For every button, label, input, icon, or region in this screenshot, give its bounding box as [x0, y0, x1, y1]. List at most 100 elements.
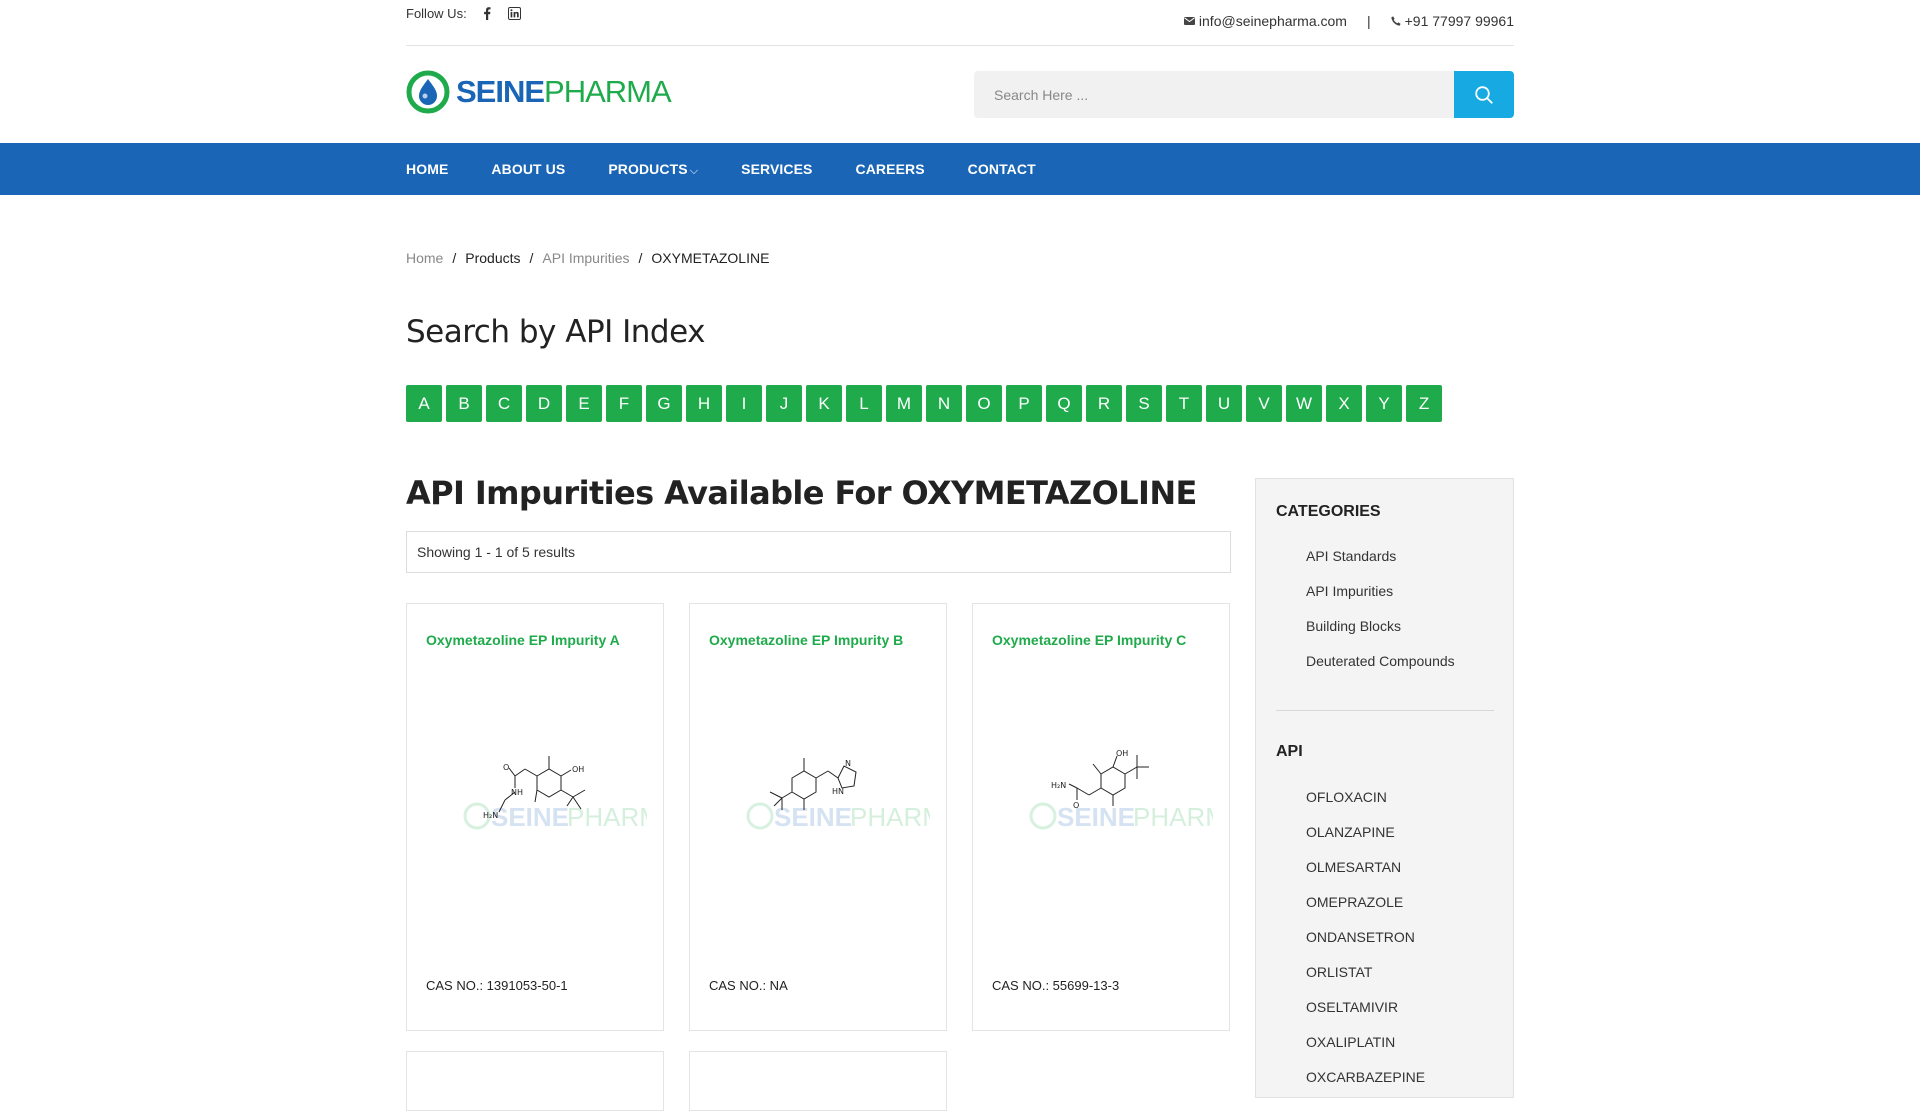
index-letter-c[interactable]: C — [486, 385, 522, 422]
product-cas: CAS NO.: 55699-13-3 — [992, 978, 1120, 993]
nav-about-us[interactable]: ABOUT US — [491, 161, 565, 177]
api-list: OFLOXACIN OLANZAPINE OLMESARTAN OMEPRAZO… — [1306, 780, 1425, 1095]
index-letter-o[interactable]: O — [966, 385, 1002, 422]
breadcrumb: Home / Products / API Impurities / OXYME… — [406, 250, 770, 266]
breadcrumb-products[interactable]: Products — [465, 250, 520, 266]
product-name[interactable]: Oxymetazoline EP Impurity B — [709, 632, 903, 648]
index-letter-h[interactable]: H — [686, 385, 722, 422]
product-card[interactable] — [406, 1051, 664, 1111]
svg-text:O: O — [1073, 801, 1079, 810]
index-letter-l[interactable]: L — [846, 385, 882, 422]
contact-separator: | — [1366, 13, 1371, 29]
nav-careers[interactable]: CAREERS — [856, 161, 925, 177]
breadcrumb-home[interactable]: Home — [406, 250, 443, 266]
index-letter-w[interactable]: W — [1286, 385, 1323, 422]
category-item[interactable]: Building Blocks — [1306, 609, 1455, 644]
api-item[interactable]: OFLOXACIN — [1306, 780, 1425, 815]
api-item[interactable]: OXALIPLATIN — [1306, 1025, 1425, 1060]
index-letter-a[interactable]: A — [406, 385, 442, 422]
site-logo[interactable]: SEINEPHARMA — [406, 70, 672, 114]
product-card[interactable]: Oxymetazoline EP Impurity B SEINE PHARMA… — [689, 603, 947, 1031]
chevron-down-icon: ⌵ — [689, 164, 699, 177]
index-letter-f[interactable]: F — [606, 385, 642, 422]
api-item[interactable]: ONDANSETRON — [1306, 920, 1425, 955]
index-letter-y[interactable]: Y — [1366, 385, 1403, 422]
index-letter-z[interactable]: Z — [1406, 385, 1443, 422]
svg-text:O: O — [503, 763, 509, 772]
index-letter-b[interactable]: B — [446, 385, 482, 422]
categories-heading: CATEGORIES — [1276, 503, 1381, 520]
index-letter-v[interactable]: V — [1246, 385, 1282, 422]
index-letter-k[interactable]: K — [806, 385, 842, 422]
svg-text:H₂N: H₂N — [1051, 781, 1066, 790]
results-count: Showing 1 - 1 of 5 results — [406, 531, 1231, 573]
svg-text:N: N — [845, 759, 851, 768]
index-letter-s[interactable]: S — [1126, 385, 1162, 422]
index-letter-m[interactable]: M — [886, 385, 922, 422]
index-letter-n[interactable]: N — [926, 385, 962, 422]
follow-us: Follow Us: — [406, 5, 523, 21]
search-button[interactable] — [1454, 71, 1514, 118]
nav-home[interactable]: HOME — [406, 161, 448, 177]
product-card[interactable]: Oxymetazoline EP Impurity A SEINE PHARMA… — [406, 603, 664, 1031]
index-letter-u[interactable]: U — [1206, 385, 1242, 422]
linkedin-icon[interactable] — [507, 5, 523, 21]
email-link[interactable]: info@seinepharma.com — [1199, 13, 1347, 29]
svg-text:H₂N: H₂N — [483, 811, 498, 820]
phone-icon — [1391, 16, 1401, 26]
svg-text:SEINE: SEINE — [1057, 802, 1135, 832]
main-nav: HOME ABOUT US PRODUCTS ⌵ SERVICES CAREERS… — [0, 143, 1920, 195]
phone-link[interactable]: +91 77997 99961 — [1405, 13, 1514, 29]
sidebar: CATEGORIES API Standards API Impurities … — [1255, 478, 1514, 1098]
index-letter-q[interactable]: Q — [1046, 385, 1082, 422]
svg-text:SEINE: SEINE — [774, 802, 852, 832]
api-item[interactable]: OXCARBAZEPINE — [1306, 1060, 1425, 1095]
facebook-icon[interactable] — [479, 5, 495, 21]
breadcrumb-current: OXYMETAZOLINE — [651, 250, 770, 266]
api-item[interactable]: ORLISTAT — [1306, 955, 1425, 990]
svg-text:PHARMA: PHARMA — [1133, 802, 1213, 832]
sidebar-divider — [1276, 710, 1494, 711]
index-letter-d[interactable]: D — [526, 385, 562, 422]
api-item[interactable]: OLMESARTAN — [1306, 850, 1425, 885]
contact-info: info@seinepharma.com | +91 77997 99961 — [1183, 13, 1514, 29]
index-letter-j[interactable]: J — [766, 385, 802, 422]
product-structure-image: SEINE PHARMA OH O NH H₂N — [463, 756, 647, 832]
api-index-title: Search by API Index — [406, 314, 705, 350]
top-bar: Follow Us: info@seinepharma.com | +91 77… — [406, 0, 1514, 46]
api-item[interactable]: OLANZAPINE — [1306, 815, 1425, 850]
nav-services[interactable]: SERVICES — [741, 161, 812, 177]
api-item[interactable]: OMEPRAZOLE — [1306, 885, 1425, 920]
category-item[interactable]: API Impurities — [1306, 574, 1455, 609]
svg-text:OH: OH — [572, 765, 584, 774]
product-card[interactable]: Oxymetazoline EP Impurity C SEINE PHARMA… — [972, 603, 1230, 1031]
product-cas: CAS NO.: 1391053-50-1 — [426, 978, 568, 993]
product-structure-image: SEINE PHARMA N HN — [746, 758, 930, 832]
api-heading: API — [1276, 743, 1303, 760]
categories-list: API Standards API Impurities Building Bl… — [1306, 539, 1455, 679]
product-name[interactable]: Oxymetazoline EP Impurity C — [992, 632, 1186, 648]
logo-flask-icon — [406, 70, 450, 114]
nav-products[interactable]: PRODUCTS ⌵ — [608, 161, 698, 178]
nav-contact[interactable]: CONTACT — [968, 161, 1036, 177]
svg-text:NH: NH — [511, 788, 523, 797]
envelope-icon — [1183, 17, 1195, 25]
index-letter-r[interactable]: R — [1086, 385, 1122, 422]
index-letter-e[interactable]: E — [566, 385, 602, 422]
index-letter-g[interactable]: G — [646, 385, 682, 422]
search-icon — [1475, 85, 1493, 104]
index-letter-i[interactable]: I — [726, 385, 762, 422]
breadcrumb-api-impurities[interactable]: API Impurities — [542, 250, 629, 266]
api-index-letters: ABCDEFGHIJKLMNOPQRSTUVWXYZ — [406, 385, 1446, 422]
follow-us-label: Follow Us: — [406, 5, 467, 21]
svg-text:SEINE: SEINE — [491, 802, 569, 832]
index-letter-x[interactable]: X — [1326, 385, 1363, 422]
product-card[interactable] — [689, 1051, 947, 1111]
category-item[interactable]: API Standards — [1306, 539, 1455, 574]
index-letter-p[interactable]: P — [1006, 385, 1042, 422]
category-item[interactable]: Deuterated Compounds — [1306, 644, 1455, 679]
api-item[interactable]: OSELTAMIVIR — [1306, 990, 1425, 1025]
search-input[interactable] — [974, 71, 1454, 118]
index-letter-t[interactable]: T — [1166, 385, 1202, 422]
product-name[interactable]: Oxymetazoline EP Impurity A — [426, 632, 620, 648]
